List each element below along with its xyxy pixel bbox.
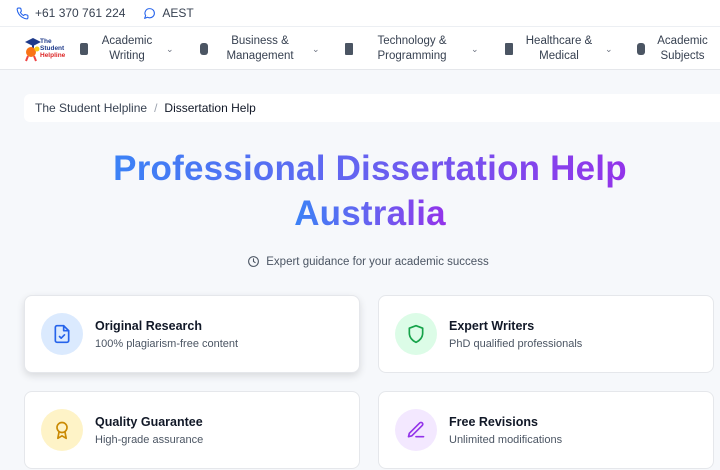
phone-number: +61 370 761 224 — [35, 6, 126, 20]
feature-title: Original Research — [95, 318, 202, 333]
breadcrumb: The Student Helpline / Dissertation Help — [24, 94, 720, 122]
nav-label-line-2: Programming — [377, 50, 447, 62]
nav-label-line-1: Academic — [101, 35, 153, 47]
nav-item-label: Academic Subjects — [645, 34, 720, 64]
category-icon — [505, 43, 513, 55]
nav-item-label: Academic Writing — [88, 34, 166, 64]
feature-desc: 100% plagiarism-free content — [95, 337, 239, 350]
category-icon — [80, 43, 88, 55]
logo-line-1: The Student — [40, 38, 65, 52]
subtitle-text: Expert guidance for your academic succes… — [266, 255, 489, 268]
breadcrumb-current: Dissertation Help — [164, 101, 256, 115]
feature-desc: Unlimited modifications — [449, 433, 563, 446]
chevron-down-icon: ⌄ — [605, 43, 613, 54]
page-title: Professional Dissertation Help Australia — [0, 146, 720, 236]
feature-icon-wrap — [41, 313, 83, 355]
nav-item-academic-subjects[interactable]: Academic Subjects — [637, 33, 720, 65]
nav-item-healthcare-medical[interactable]: Healthcare & Medical ⌄ — [505, 33, 613, 65]
nav-item-business-management[interactable]: Business & Management ⌄ — [200, 33, 320, 65]
chevron-down-icon: ⌄ — [471, 43, 479, 54]
feature-text: Original Research 100% plagiarism-free c… — [95, 319, 238, 350]
category-icon — [200, 43, 208, 55]
main-nav: The Student Helpline Academic Writing ⌄ … — [0, 26, 720, 70]
feature-text: Free Revisions Unlimited modifications — [449, 415, 562, 446]
category-icon — [345, 43, 353, 55]
feature-icon-wrap — [395, 409, 437, 451]
page-title-line-2: Australia — [294, 194, 446, 233]
feature-title: Expert Writers — [449, 318, 535, 333]
phone-icon — [16, 7, 29, 19]
timezone-info: AEST — [143, 6, 194, 20]
nav-label-line-2: Writing — [109, 50, 145, 62]
nav-label-line-2: Subjects — [660, 50, 705, 62]
page-subtitle: Expert guidance for your academic succes… — [0, 255, 720, 268]
clock-icon — [248, 256, 260, 267]
feature-card-original-research: Original Research 100% plagiarism-free c… — [24, 295, 360, 373]
feature-title: Free Revisions — [449, 414, 538, 429]
feature-card-free-revisions: Free Revisions Unlimited modifications — [378, 391, 714, 469]
feature-desc: High-grade assurance — [95, 433, 204, 446]
chevron-down-icon: ⌄ — [312, 43, 320, 54]
pen-icon — [407, 421, 425, 438]
feature-text: Expert Writers PhD qualified professiona… — [449, 319, 582, 350]
page-title-line-1: Professional Dissertation Help — [113, 149, 627, 188]
feature-text: Quality Guarantee High-grade assurance — [95, 415, 203, 446]
nav-label-line-2: Management — [226, 50, 294, 62]
nav-label-line-1: Healthcare & — [525, 35, 593, 47]
nav-label-line-1: Technology & — [377, 35, 447, 47]
nav-item-label: Technology & Programming — [353, 34, 471, 64]
nav-label-line-2: Medical — [539, 50, 579, 62]
shield-icon — [408, 324, 424, 344]
award-icon — [56, 421, 68, 440]
nav-label-line-1: Business & — [231, 35, 289, 47]
nav-item-academic-writing[interactable]: Academic Writing ⌄ — [80, 33, 174, 65]
feature-title: Quality Guarantee — [95, 414, 203, 429]
feature-card-quality-guarantee: Quality Guarantee High-grade assurance — [24, 391, 360, 469]
category-icon — [637, 43, 645, 55]
document-check-icon — [54, 324, 70, 344]
logo-line-2: Helpline — [40, 52, 66, 59]
nav-label-line-1: Academic — [657, 35, 708, 47]
chevron-down-icon: ⌄ — [166, 43, 174, 54]
feature-icon-wrap — [395, 313, 437, 355]
feature-desc: PhD qualified professionals — [449, 337, 583, 350]
contact-bar: +61 370 761 224 AEST — [0, 0, 720, 26]
nav-item-label: Healthcare & Medical — [513, 34, 605, 64]
phone-link[interactable]: +61 370 761 224 — [16, 6, 125, 20]
nav-item-technology-programming[interactable]: Technology & Programming ⌄ — [345, 33, 479, 65]
feature-card-expert-writers: Expert Writers PhD qualified professiona… — [378, 295, 714, 373]
site-logo[interactable]: The Student Helpline — [22, 35, 70, 63]
breadcrumb-separator: / — [154, 101, 158, 115]
feature-icon-wrap — [41, 409, 83, 451]
chat-icon — [144, 7, 156, 19]
breadcrumb-home-link[interactable]: The Student Helpline — [35, 101, 147, 115]
timezone-label: AEST — [162, 6, 194, 20]
logo-text: The Student Helpline — [40, 38, 70, 59]
nav-item-label: Business & Management — [208, 34, 312, 64]
